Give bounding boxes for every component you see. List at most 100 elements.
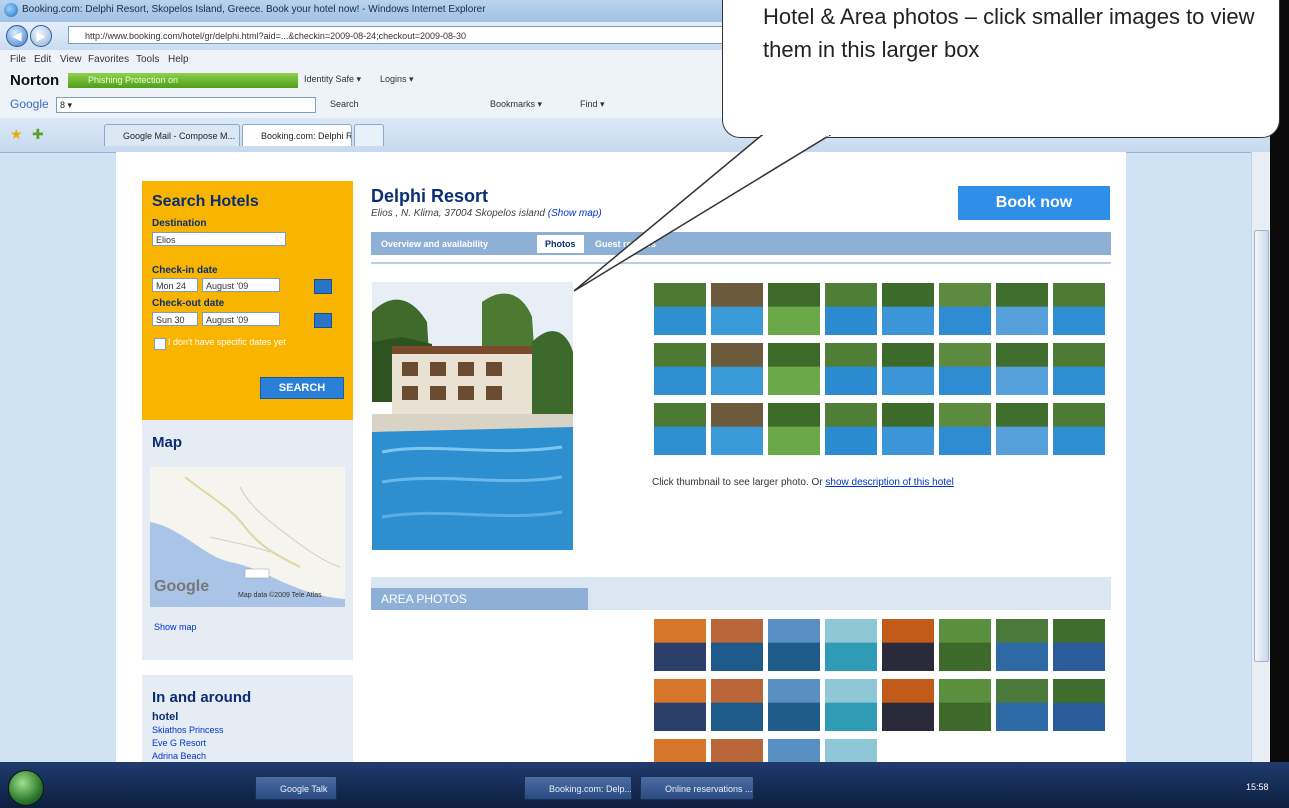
- photo-thumbnail[interactable]: [996, 283, 1048, 335]
- find-button[interactable]: Find ▾: [580, 99, 605, 110]
- start-orb-icon[interactable]: [8, 770, 44, 806]
- photo-thumbnail[interactable]: [654, 679, 706, 731]
- address-input[interactable]: http://www.booking.com/hotel/gr/delphi.h…: [68, 26, 748, 44]
- photo-thumbnail[interactable]: [1053, 283, 1105, 335]
- google-map-logo: Google: [154, 578, 210, 595]
- photo-thumbnail[interactable]: [654, 619, 706, 671]
- no-dates-label: I don't have specific dates yet: [168, 337, 286, 347]
- callout-text: Hotel & Area photos – click smaller imag…: [763, 4, 1255, 62]
- photo-thumbnail[interactable]: [711, 619, 763, 671]
- show-map-link[interactable]: Show map: [154, 622, 197, 632]
- forward-icon[interactable]: ▶: [30, 25, 52, 47]
- checkin-label: Check-in date: [152, 265, 218, 276]
- photo-thumbnail[interactable]: [825, 619, 877, 671]
- annotation-callout: Hotel & Area photos – click smaller imag…: [722, 0, 1280, 138]
- photo-thumbnail[interactable]: [939, 619, 991, 671]
- photo-thumbnail[interactable]: [996, 403, 1048, 455]
- menu-file[interactable]: File: [10, 54, 26, 65]
- photo-thumbnail[interactable]: [711, 679, 763, 731]
- tab-overview[interactable]: Overview and availability: [373, 235, 496, 253]
- photo-thumbnail[interactable]: [939, 343, 991, 395]
- page-scrollbar[interactable]: [1251, 152, 1270, 762]
- photo-thumbnail[interactable]: [996, 679, 1048, 731]
- checkin-calendar-icon[interactable]: [314, 279, 332, 294]
- checkin-day-select[interactable]: Mon 24: [152, 278, 198, 292]
- photo-thumbnail[interactable]: [882, 343, 934, 395]
- photo-thumbnail[interactable]: [882, 679, 934, 731]
- photo-thumbnail[interactable]: [825, 403, 877, 455]
- photo-thumbnail[interactable]: [1053, 403, 1105, 455]
- map-panel: Map Google Map data ©2009 Tele Atlas Sho…: [142, 420, 353, 660]
- photo-thumbnail[interactable]: [825, 343, 877, 395]
- book-now-button[interactable]: Book now: [958, 186, 1110, 220]
- window-title: Booking.com: Delphi Resort, Skopelos Isl…: [22, 4, 486, 15]
- in-and-around-title: In and around: [152, 689, 252, 706]
- identity-safe-button[interactable]: Identity Safe ▾: [304, 74, 361, 85]
- norton-logo: Norton: [10, 72, 60, 89]
- photo-thumbnail[interactable]: [711, 403, 763, 455]
- taskbar-google-talk[interactable]: Google Talk: [255, 776, 337, 800]
- photo-thumbnail[interactable]: [939, 403, 991, 455]
- nearby-hotel-link[interactable]: Skiathos Princess: [152, 725, 224, 735]
- tab-booking[interactable]: Booking.com: Delphi R...: [242, 124, 352, 146]
- menu-help[interactable]: Help: [168, 54, 189, 65]
- nearby-hotel-link[interactable]: Eve G Resort: [152, 738, 206, 748]
- search-button[interactable]: SEARCH: [260, 377, 344, 399]
- destination-input[interactable]: Elios: [152, 232, 286, 246]
- taskbar-booking[interactable]: Booking.com: Delp...: [524, 776, 632, 800]
- bookmarks-button[interactable]: Bookmarks ▾: [490, 99, 542, 110]
- menu-tools[interactable]: Tools: [136, 54, 159, 65]
- taskbar-online-reservations[interactable]: Online reservations ...: [640, 776, 754, 800]
- photo-thumbnail[interactable]: [768, 343, 820, 395]
- photo-thumbnail[interactable]: [654, 343, 706, 395]
- nearby-hotel-link[interactable]: Adrina Beach: [152, 751, 206, 761]
- photo-thumbnail[interactable]: [768, 679, 820, 731]
- logins-button[interactable]: Logins ▾: [380, 74, 414, 85]
- checkout-month-select[interactable]: August '09: [202, 312, 280, 326]
- ie-icon: [4, 3, 18, 17]
- photo-thumbnail[interactable]: [768, 619, 820, 671]
- new-tab-button[interactable]: [354, 124, 384, 146]
- favorites-star-icon[interactable]: ★: [10, 126, 23, 143]
- checkout-label: Check-out date: [152, 298, 225, 309]
- hotel-address: Elios , N. Klima, 37004 Skopelos island …: [371, 208, 602, 219]
- checkin-month-select[interactable]: August '09: [202, 278, 280, 292]
- photo-thumbnail[interactable]: [1053, 619, 1105, 671]
- photo-thumbnail[interactable]: [882, 403, 934, 455]
- menu-edit[interactable]: Edit: [34, 54, 51, 65]
- phishing-protection-button[interactable]: Phishing Protection on: [68, 73, 298, 88]
- windows-taskbar: Google Talk Booking.com: Delp... Online …: [0, 762, 1289, 808]
- photo-thumbnail[interactable]: [939, 283, 991, 335]
- photo-thumbnail[interactable]: [654, 403, 706, 455]
- photo-thumbnail[interactable]: [711, 343, 763, 395]
- area-photos-header: AREA PHOTOS: [371, 577, 1111, 610]
- photo-thumbnail[interactable]: [768, 403, 820, 455]
- photo-thumbnail[interactable]: [996, 343, 1048, 395]
- google-search-button[interactable]: Search: [330, 99, 359, 109]
- thumbnail-hint: Click thumbnail to see larger photo. Or …: [652, 477, 954, 488]
- search-hotels-title: Search Hotels: [152, 193, 259, 210]
- checkout-day-select[interactable]: Sun 30: [152, 312, 198, 326]
- hint-text: Click thumbnail to see larger photo. Or: [652, 477, 823, 488]
- google-toolbar-logo: Google: [10, 97, 49, 111]
- scrollbar-thumb[interactable]: [1254, 230, 1269, 662]
- hotel-photo-image: [372, 282, 573, 550]
- no-dates-checkbox[interactable]: [154, 338, 166, 350]
- photo-thumbnail[interactable]: [939, 679, 991, 731]
- photo-thumbnail[interactable]: [825, 679, 877, 731]
- photo-thumbnail[interactable]: [1053, 679, 1105, 731]
- back-icon[interactable]: ◀: [6, 25, 28, 47]
- show-description-link[interactable]: show description of this hotel: [825, 477, 953, 488]
- tab-gmail[interactable]: Google Mail - Compose M...: [104, 124, 240, 146]
- google-search-input[interactable]: 8 ▾: [56, 97, 316, 113]
- tab-label: Google Mail - Compose M...: [123, 131, 236, 141]
- taskbar-clock: 15:58: [1246, 782, 1269, 792]
- checkout-calendar-icon[interactable]: [314, 313, 332, 328]
- menu-view[interactable]: View: [60, 54, 82, 65]
- photo-thumbnail[interactable]: [1053, 343, 1105, 395]
- menu-favorites[interactable]: Favorites: [88, 54, 129, 65]
- photo-thumbnail[interactable]: [882, 619, 934, 671]
- photo-thumbnail[interactable]: [996, 619, 1048, 671]
- add-favorites-icon[interactable]: ✚: [32, 126, 44, 143]
- area-photos-title: AREA PHOTOS: [371, 588, 588, 610]
